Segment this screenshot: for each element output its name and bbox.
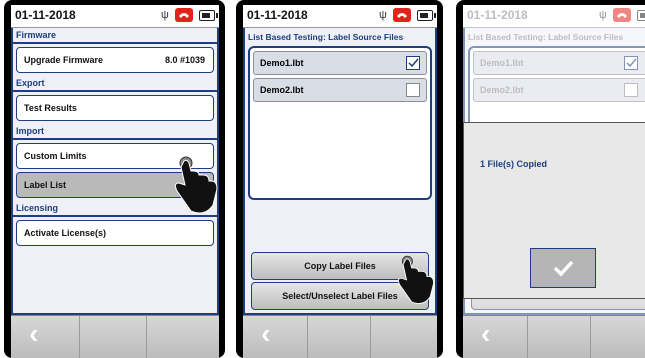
battery-icon xyxy=(199,10,218,21)
softkey-2[interactable] xyxy=(308,316,371,358)
back-arrow-icon: ‹ xyxy=(481,318,491,349)
divider xyxy=(13,90,217,92)
checkbox-unchecked[interactable] xyxy=(406,83,420,97)
softkey-3[interactable] xyxy=(591,316,645,358)
file-name: Demo2.lbt xyxy=(260,85,304,95)
test-results-label: Test Results xyxy=(24,103,77,113)
checkbox-checked[interactable] xyxy=(406,56,420,70)
date-display: 01-11-2018 xyxy=(247,8,308,22)
dialog-message: 1 File(s) Copied xyxy=(480,159,548,169)
file-name: Demo1.lbt xyxy=(260,58,304,68)
bottom-toolbar: ‹ xyxy=(243,315,437,358)
phone-icon xyxy=(175,8,193,22)
checkmark-icon xyxy=(408,58,419,68)
usb-icon: ψ xyxy=(161,9,169,21)
device-panel-1: 01-11-2018 ψ Firmware Upgrade Firmware 8… xyxy=(4,0,225,358)
back-button[interactable]: ‹ xyxy=(11,316,80,358)
list-item[interactable]: Demo1.lbt xyxy=(253,51,427,75)
phone-icon xyxy=(393,8,411,22)
status-bar: 01-11-2018 ψ xyxy=(243,5,437,28)
divider xyxy=(13,215,217,217)
screen-3: 01-11-2018 ψ List Based Testing: Label S… xyxy=(463,5,645,358)
softkey-2[interactable] xyxy=(80,316,147,358)
label-list-label: Label List xyxy=(24,180,67,190)
ok-button[interactable] xyxy=(530,248,596,288)
page-title: List Based Testing: Label Source Files xyxy=(248,32,404,42)
section-header-import: Import xyxy=(16,126,44,136)
divider xyxy=(13,42,217,44)
back-arrow-icon: ‹ xyxy=(29,318,39,349)
test-results-row[interactable]: Test Results xyxy=(16,95,214,121)
checkmark-icon xyxy=(553,260,574,277)
upgrade-firmware-label: Upgrade Firmware xyxy=(24,55,104,65)
activate-license-row[interactable]: Activate License(s) xyxy=(16,220,214,246)
activate-license-label: Activate License(s) xyxy=(24,228,107,238)
bottom-toolbar: ‹ xyxy=(463,315,645,358)
firmware-version: 8.0 #1039 xyxy=(164,55,205,65)
date-display: 01-11-2018 xyxy=(15,8,76,22)
softkey-2[interactable] xyxy=(528,316,591,358)
upgrade-firmware-row[interactable]: Upgrade Firmware 8.0 #1039 xyxy=(16,47,214,73)
copy-result-dialog: 1 File(s) Copied xyxy=(463,122,645,299)
back-button[interactable]: ‹ xyxy=(463,316,528,358)
back-button[interactable]: ‹ xyxy=(243,316,308,358)
list-item[interactable]: Demo2.lbt xyxy=(253,78,427,102)
device-panel-2: 01-11-2018 ψ List Based Testing: Label S… xyxy=(236,0,443,358)
bottom-toolbar: ‹ xyxy=(11,315,219,358)
divider xyxy=(13,138,217,140)
section-header-firmware: Firmware xyxy=(16,30,57,40)
screen-1: 01-11-2018 ψ Firmware Upgrade Firmware 8… xyxy=(11,5,219,358)
status-bar: 01-11-2018 ψ xyxy=(11,5,219,28)
usb-icon: ψ xyxy=(379,9,387,21)
device-panel-3: 01-11-2018 ψ List Based Testing: Label S… xyxy=(456,0,645,358)
pointing-hand-icon xyxy=(397,255,435,304)
pointing-hand-icon xyxy=(174,156,218,214)
section-header-export: Export xyxy=(16,78,45,88)
softkey-3[interactable] xyxy=(147,316,219,358)
file-list: Demo1.lbt Demo2.lbt xyxy=(248,46,432,200)
screen-2: 01-11-2018 ψ List Based Testing: Label S… xyxy=(243,5,437,358)
softkey-3[interactable] xyxy=(371,316,437,358)
back-arrow-icon: ‹ xyxy=(261,318,271,349)
battery-icon xyxy=(417,10,436,21)
custom-limits-label: Custom Limits xyxy=(24,151,87,161)
